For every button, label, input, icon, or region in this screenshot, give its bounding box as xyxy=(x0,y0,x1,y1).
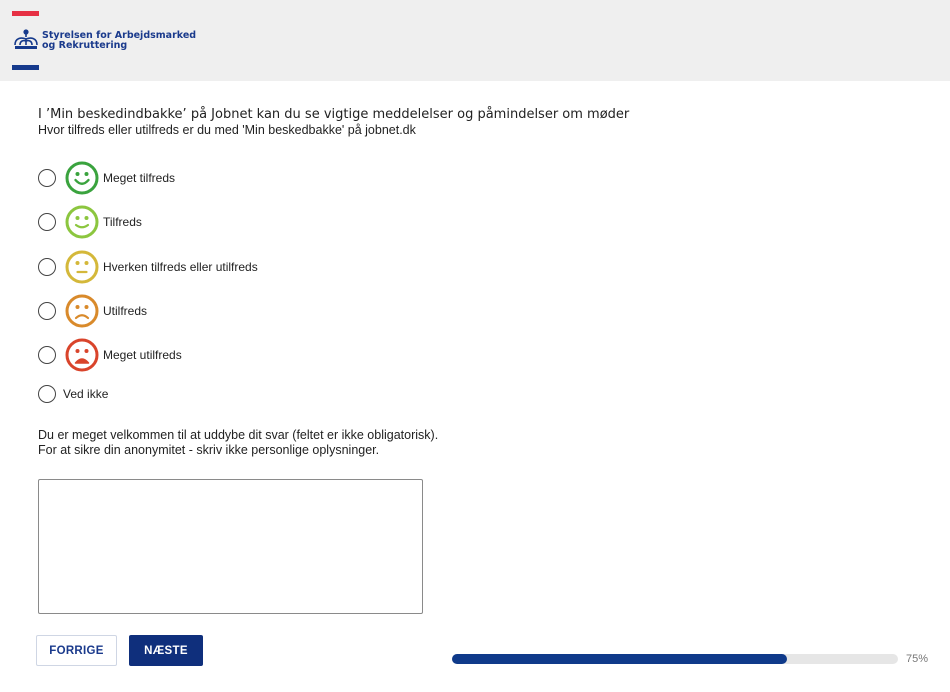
option-label: Hverken tilfreds eller utilfreds xyxy=(103,260,258,274)
option-meget-utilfreds[interactable]: Meget utilfreds xyxy=(38,338,182,372)
option-utilfreds[interactable]: Utilfreds xyxy=(38,294,147,328)
option-label: Meget utilfreds xyxy=(103,348,182,362)
progress-percent: 75% xyxy=(906,653,929,665)
option-tilfreds[interactable]: Tilfreds xyxy=(38,205,142,239)
logo-line-2: og Rekruttering xyxy=(42,40,128,51)
previous-button[interactable]: FORRIGE xyxy=(36,635,117,666)
option-label: Utilfreds xyxy=(103,304,148,318)
comment-instruction-line-2: For at sikre din anonymitet - skriv ikke… xyxy=(38,443,380,457)
option-label: Ved ikke xyxy=(63,387,109,401)
very-sad-smiley-icon xyxy=(65,338,99,372)
crown-logo-icon xyxy=(14,29,38,49)
sad-smiley-icon xyxy=(65,294,99,328)
logo-red-bar xyxy=(12,11,39,16)
radio-button[interactable] xyxy=(38,213,56,231)
logo-blue-bar xyxy=(12,65,39,70)
logo-text: Styrelsen for Arbejdsmarked og Rekrutter… xyxy=(42,31,196,51)
happy-smiley-icon xyxy=(65,205,99,239)
question-text: I ’Min beskedindbakke’ på Jobnet kan du … xyxy=(38,106,918,138)
page-header: Styrelsen for Arbejdsmarked og Rekrutter… xyxy=(0,0,950,81)
question-intro: I ’Min beskedindbakke’ på Jobnet kan du … xyxy=(38,107,630,122)
radio-button[interactable] xyxy=(38,385,56,403)
radio-button[interactable] xyxy=(38,258,56,276)
option-ved-ikke[interactable]: Ved ikke xyxy=(38,385,108,403)
radio-button[interactable] xyxy=(38,302,56,320)
comment-textarea[interactable] xyxy=(38,479,423,614)
question-prompt: Hvor tilfreds eller utilfreds er du med … xyxy=(38,123,416,137)
option-label: Tilfreds xyxy=(103,215,142,229)
option-hverken[interactable]: Hverken tilfreds eller utilfreds xyxy=(38,250,258,284)
radio-button[interactable] xyxy=(38,346,56,364)
option-label: Meget tilfreds xyxy=(103,171,176,185)
option-meget-tilfreds[interactable]: Meget tilfreds xyxy=(38,161,175,195)
progress-bar-fill xyxy=(452,654,787,664)
neutral-smiley-icon xyxy=(65,250,99,284)
next-button[interactable]: NÆSTE xyxy=(129,635,203,666)
comment-instructions: Du er meget velkommen til at uddybe dit … xyxy=(38,428,438,458)
very-happy-smiley-icon xyxy=(65,161,99,195)
radio-button[interactable] xyxy=(38,169,56,187)
progress-bar xyxy=(452,654,898,664)
comment-instruction-line-1: Du er meget velkommen til at uddybe dit … xyxy=(38,428,439,442)
